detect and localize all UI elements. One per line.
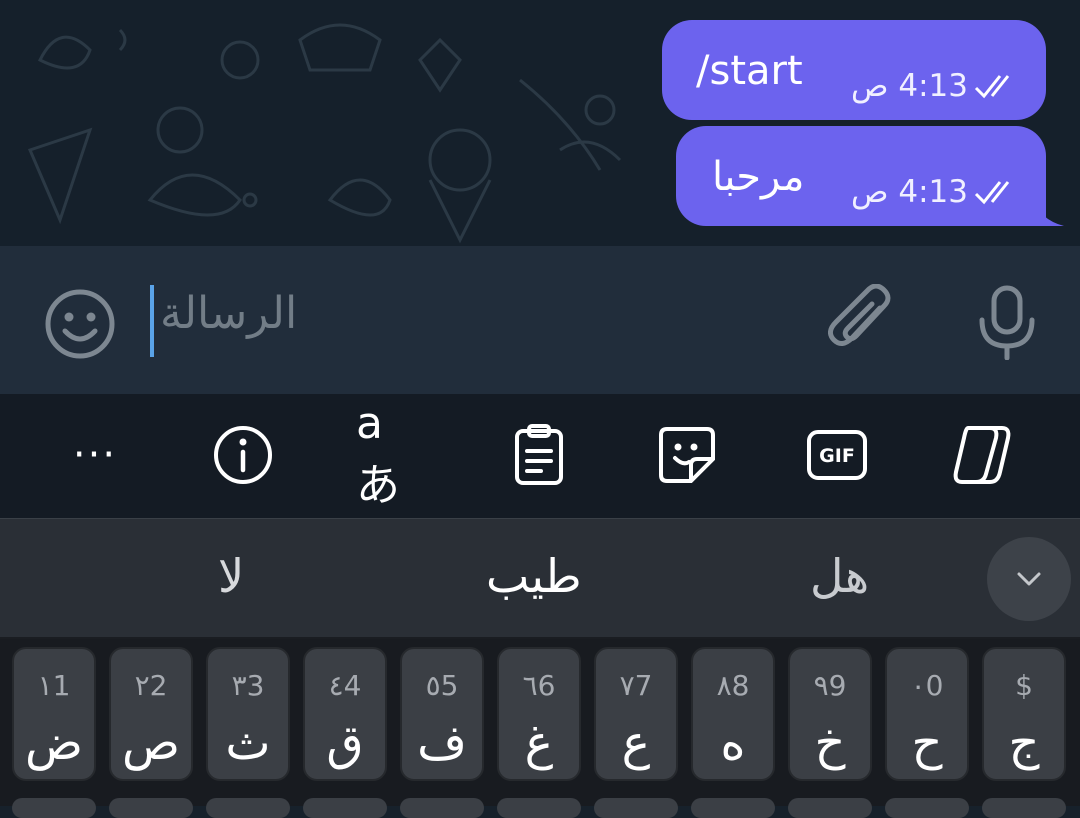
message-bubble[interactable]: /start 4:13 ص — [662, 20, 1046, 120]
key-label: ح — [911, 715, 943, 771]
clipboard-icon[interactable] — [504, 422, 574, 488]
key-row2-partial[interactable] — [691, 798, 775, 818]
key-kha[interactable]: ٩9 خ — [788, 647, 872, 781]
key-qaf[interactable]: ٤4 ق — [303, 647, 387, 781]
key-row2-partial[interactable] — [303, 798, 387, 818]
key-sad[interactable]: ٢2 ص — [109, 647, 193, 781]
bubble-tail — [1030, 196, 1064, 226]
suggestion-item[interactable]: هل — [810, 549, 869, 603]
key-label: خ — [814, 715, 846, 771]
key-hint: ٠0 — [910, 669, 944, 702]
attach-icon[interactable] — [828, 284, 900, 360]
more-label: ··· — [72, 432, 118, 478]
key-hint: ٤4 — [328, 669, 362, 702]
message-time: 4:13 ص — [851, 174, 968, 210]
key-row2-partial[interactable] — [400, 798, 484, 818]
key-dad[interactable]: ١1 ض — [12, 647, 96, 781]
message-meta: 4:13 ص — [851, 174, 1026, 210]
translate-icon[interactable]: aあ — [356, 398, 426, 511]
key-row2-partial[interactable] — [982, 798, 1066, 818]
key-label: ه — [720, 715, 746, 771]
key-row2-partial[interactable] — [885, 798, 969, 818]
key-ha[interactable]: ٨8 ه — [691, 647, 775, 781]
key-label: ف — [417, 715, 467, 771]
key-ghain[interactable]: ٦6 غ — [497, 647, 581, 781]
message-text: مرحبا — [712, 154, 805, 200]
key-label: ص — [121, 715, 181, 771]
keyboard-toolbar: ··· aあ GIF — [0, 394, 1080, 520]
key-ain[interactable]: ٧7 ع — [594, 647, 678, 781]
key-hha[interactable]: ٠0 ح — [885, 647, 969, 781]
message-input[interactable]: الرسالة — [160, 288, 297, 339]
key-hint: ٧7 — [619, 669, 653, 702]
info-icon[interactable] — [208, 422, 278, 488]
key-row2-partial[interactable] — [594, 798, 678, 818]
copilot-glyph — [953, 426, 1011, 484]
message-text: /start — [696, 48, 803, 94]
key-row2-partial[interactable] — [788, 798, 872, 818]
double-check-icon — [974, 75, 1010, 99]
gif-text: GIF — [819, 445, 855, 467]
message-time: 4:13 ص — [851, 68, 968, 104]
gif-icon[interactable]: GIF — [802, 422, 872, 488]
chevron-down-icon — [1017, 572, 1041, 586]
suggestion-item[interactable]: طيب — [486, 549, 582, 603]
more-icon[interactable]: ··· — [60, 422, 130, 488]
gif-glyph: GIF — [807, 430, 867, 480]
clipboard-glyph — [515, 424, 563, 485]
key-row2-partial[interactable] — [109, 798, 193, 818]
collapse-suggestions-button[interactable] — [987, 537, 1071, 621]
key-hint: ٦6 — [522, 669, 556, 702]
key-tha[interactable]: ٣3 ث — [206, 647, 290, 781]
key-label: ث — [225, 715, 271, 771]
sticker-glyph — [659, 427, 715, 483]
key-hint: ٩9 — [813, 669, 847, 702]
key-hint: $ — [1015, 669, 1033, 702]
key-hint: ٢2 — [134, 669, 168, 702]
key-row2-partial[interactable] — [12, 798, 96, 818]
key-label: ع — [621, 715, 651, 771]
translate-label: aあ — [356, 397, 400, 511]
key-row2-partial[interactable] — [497, 798, 581, 818]
suggestion-bar: لا طيب هل — [0, 519, 1080, 639]
suggestion-item[interactable]: لا — [218, 549, 244, 603]
message-meta: 4:13 ص — [851, 68, 1026, 104]
key-label: ض — [24, 715, 84, 771]
microphone-icon[interactable] — [974, 284, 1040, 360]
key-label: ج — [1008, 715, 1040, 771]
message-bubble[interactable]: مرحبا 4:13 ص — [676, 126, 1046, 226]
key-jeem[interactable]: $ ج — [982, 647, 1066, 781]
info-glyph — [214, 426, 272, 484]
key-fa[interactable]: ٥5 ف — [400, 647, 484, 781]
key-hint: ٥5 — [425, 669, 459, 702]
key-label: غ — [524, 715, 554, 771]
double-check-icon — [974, 181, 1010, 205]
sticker-icon[interactable] — [652, 422, 722, 488]
text-cursor — [150, 285, 154, 357]
key-hint: ١1 — [37, 669, 71, 702]
chat-area: /start 4:13 ص مرحبا 4:13 ص — [0, 0, 1080, 246]
key-hint: ٨8 — [716, 669, 750, 702]
emoji-icon[interactable] — [42, 286, 118, 362]
copilot-icon[interactable] — [950, 422, 1020, 488]
key-label: ق — [326, 715, 364, 771]
key-hint: ٣3 — [231, 669, 265, 702]
key-row2-partial[interactable] — [206, 798, 290, 818]
